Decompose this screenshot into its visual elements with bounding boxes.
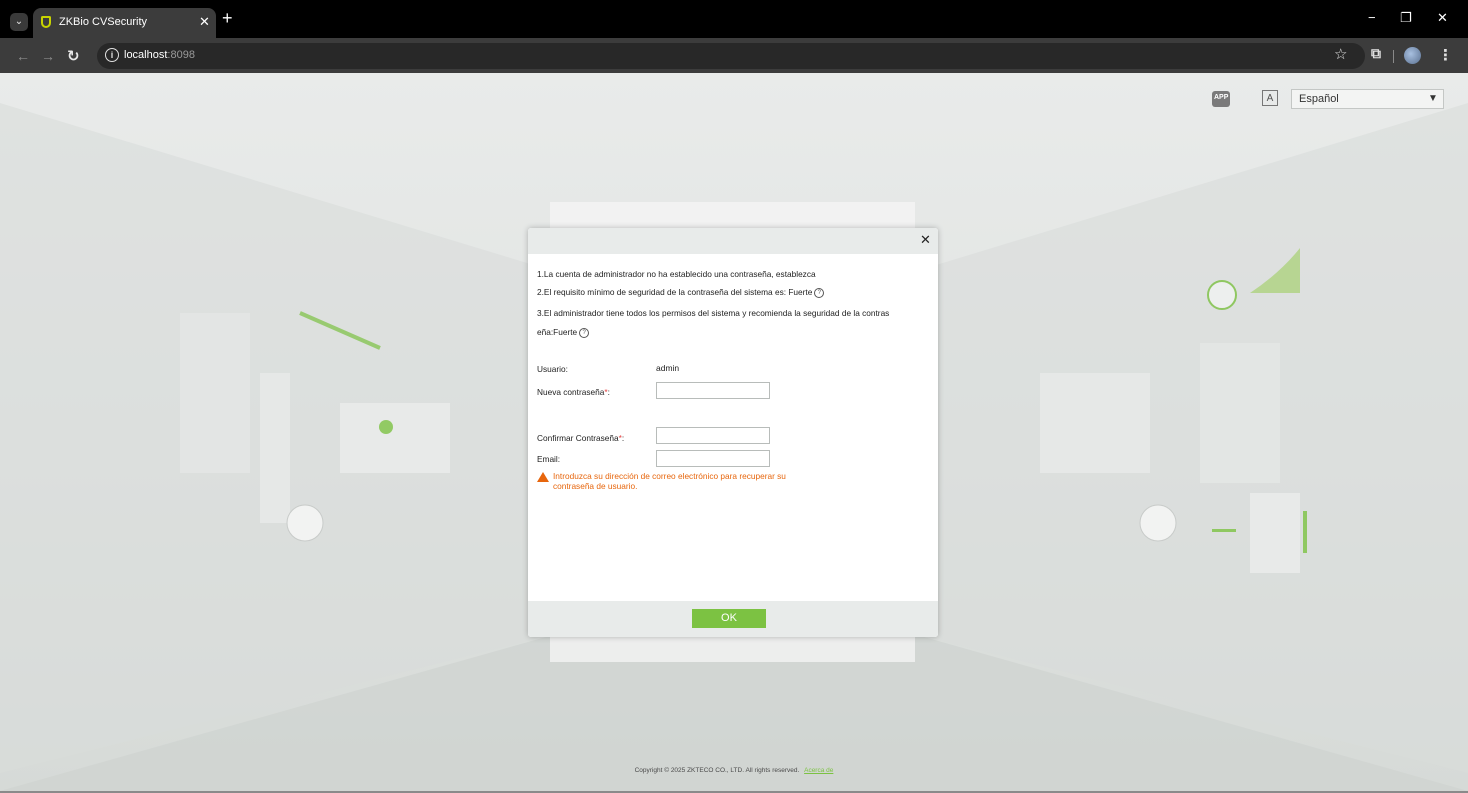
language-icon: A <box>1262 90 1278 106</box>
caret-down-icon: ▼ <box>1428 93 1438 104</box>
shield-favicon-icon <box>41 16 51 28</box>
notice-line-4-text: eña:Fuerte <box>537 327 578 337</box>
restore-icon[interactable]: ❐ <box>1400 10 1412 26</box>
email-warning-text: Introduzca su dirección de correo electr… <box>553 471 786 491</box>
address-bar[interactable]: i localhost:8098 <box>97 43 1365 69</box>
language-selected-value: Español <box>1299 93 1339 105</box>
footer-copyright: Copyright © 2025 ZKTECO CO., LTD. All ri… <box>0 767 1468 774</box>
copyright-text: Copyright © 2025 ZKTECO CO., LTD. All ri… <box>634 767 800 774</box>
help-icon[interactable]: ? <box>579 327 590 338</box>
notice-line-4: eña:Fuerte? <box>537 327 590 338</box>
username-label: Usuario: <box>537 364 568 374</box>
reload-icon[interactable]: ↻ <box>67 47 80 65</box>
dialog-header: ✕ <box>528 228 938 254</box>
browser-toolbar: ← → ↻ i localhost:8098 ☆ ⧉ ⋮ <box>0 38 1468 73</box>
minimize-icon[interactable]: − <box>1368 10 1376 25</box>
toolbar-divider <box>1393 50 1394 63</box>
notice-line-1: 1.La cuenta de administrador no ha estab… <box>537 269 816 279</box>
browser-tab[interactable]: ZKBio CVSecurity ✕ <box>33 8 216 38</box>
more-menu-icon[interactable]: ⋮ <box>1438 46 1453 64</box>
required-marker: * <box>618 433 622 443</box>
set-password-dialog: ✕ 1.La cuenta de administrador no ha est… <box>528 228 938 637</box>
bookmark-star-icon[interactable]: ☆ <box>1334 45 1347 63</box>
app-icon-text: APP <box>1214 94 1229 101</box>
site-info-icon[interactable]: i <box>105 48 119 62</box>
url-port: :8098 <box>167 49 195 61</box>
back-arrow-icon[interactable]: ← <box>16 48 30 64</box>
app-download-icon[interactable]: APP <box>1212 91 1230 107</box>
url-host: localhost <box>124 49 168 61</box>
dialog-footer: OK <box>528 601 938 637</box>
email-label: Email: <box>537 454 561 464</box>
language-select[interactable]: Español ▼ <box>1291 89 1444 109</box>
notice-line-2: 2.El requisito mínimo de seguridad de la… <box>537 287 825 298</box>
confirm-password-label: Confirmar Contraseña*: <box>537 433 625 443</box>
email-label-text: Email <box>537 454 558 464</box>
new-password-label-text: Nueva contraseña <box>537 387 605 397</box>
forward-arrow-icon[interactable]: → <box>41 48 55 64</box>
username-label-text: Usuario <box>537 364 566 374</box>
notice-line-3: 3.El administrador tiene todos los permi… <box>537 308 890 318</box>
confirm-password-input[interactable] <box>656 427 770 444</box>
tab-search-icon[interactable]: ⌄ <box>10 13 28 31</box>
extensions-icon[interactable]: ⧉ <box>1371 45 1381 62</box>
profile-avatar-icon[interactable] <box>1404 47 1421 64</box>
required-marker: * <box>604 387 608 397</box>
help-icon[interactable]: ? <box>814 287 825 298</box>
confirm-password-label-text: Confirmar Contraseña <box>537 433 619 443</box>
username-value: admin <box>656 363 680 373</box>
close-tab-icon[interactable]: ✕ <box>199 14 210 30</box>
new-password-label: Nueva contraseña*: <box>537 387 610 397</box>
email-input[interactable] <box>656 450 770 467</box>
tab-title: ZKBio CVSecurity <box>59 16 148 28</box>
browser-tabstrip: ⌄ ZKBio CVSecurity ✕ + − ❐ ✕ <box>0 0 1468 38</box>
url-text: localhost:8098 <box>124 49 195 61</box>
dialog-close-icon[interactable]: ✕ <box>920 233 931 247</box>
notice-line-2-text: 2.El requisito mínimo de seguridad de la… <box>537 287 813 297</box>
new-tab-icon[interactable]: + <box>222 9 233 27</box>
ok-button[interactable]: OK <box>692 609 766 628</box>
window-close-icon[interactable]: ✕ <box>1437 10 1448 26</box>
about-link[interactable]: Acerca de <box>804 767 833 774</box>
new-password-input[interactable] <box>656 382 770 399</box>
warning-triangle-icon <box>537 472 549 482</box>
